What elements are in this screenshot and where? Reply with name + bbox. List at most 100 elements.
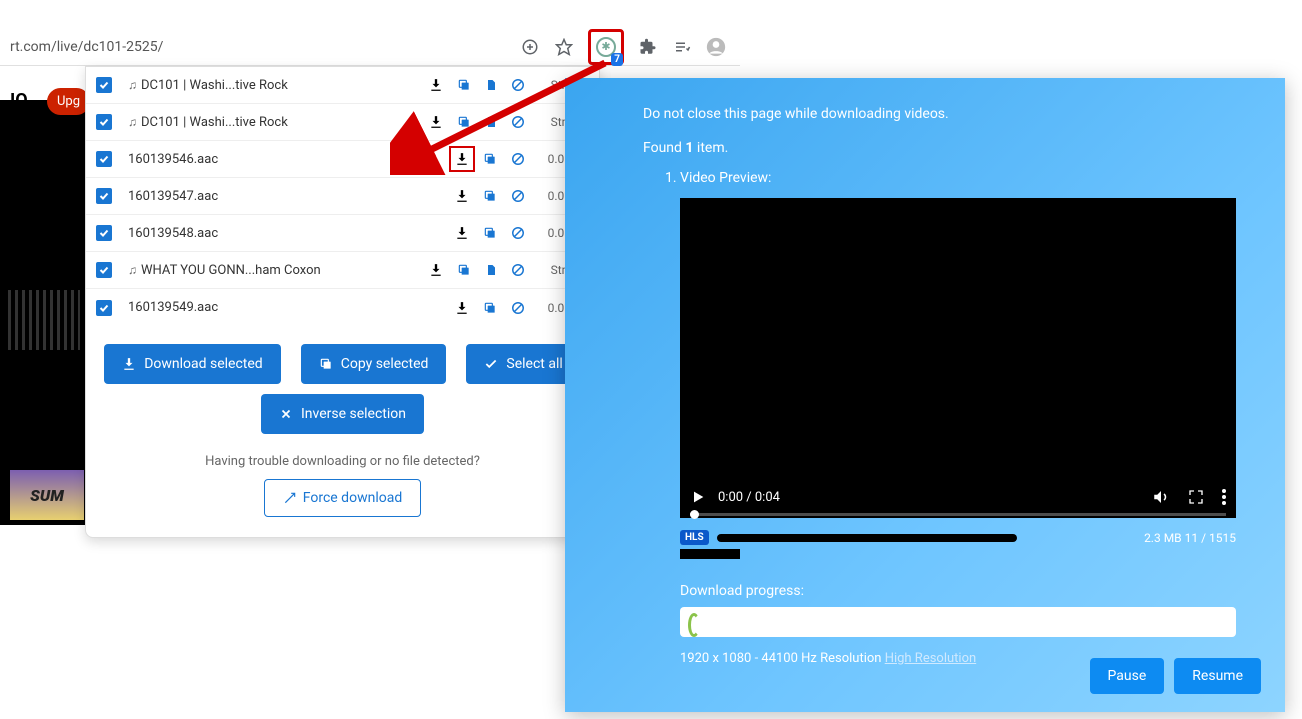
more-icon[interactable] [1222,489,1226,505]
copy-icon[interactable] [457,263,471,277]
action-buttons-row-2: Inverse selection [86,394,599,444]
music-note-icon: ♫ [128,263,137,277]
resolution-text: 1920 x 1080 - 44100 Hz Resolution [680,651,885,666]
found-prefix: Found [643,140,685,156]
preview-label: 1. Video Preview: [595,170,1255,186]
hls-meta: 2.3 MB 11 / 1515 [1144,531,1236,545]
row-checkbox[interactable] [96,262,112,278]
download-buttons: Pause Resume [1090,658,1261,694]
block-icon[interactable] [511,263,525,277]
bg-equalizer [8,290,80,350]
resume-button[interactable]: Resume [1174,658,1261,694]
file-row: 160139546.aac0.06MB [86,141,599,178]
file-name: ♫DC101 | Washi...tive Rock [128,78,429,93]
download-progress-bar [680,607,1236,637]
copy-icon[interactable] [483,226,497,240]
block-icon[interactable] [511,301,525,315]
select-all-label: Select all [506,356,562,372]
pause-button[interactable]: Pause [1090,658,1165,694]
force-download-label: Force download [303,490,402,506]
block-icon[interactable] [511,78,525,92]
download-selected-button[interactable]: Download selected [104,344,281,384]
profile-icon[interactable] [706,37,726,57]
download-icon[interactable] [455,226,469,240]
found-suffix: item. [693,140,728,156]
block-icon[interactable] [511,189,525,203]
file-name: 160139549.aac [128,300,455,315]
trouble-section: Having trouble downloading or no file de… [86,444,599,537]
row-actions [455,226,525,240]
volume-icon[interactable] [1152,488,1170,506]
hls-badge: HLS [680,530,709,545]
extension-icon[interactable]: ✱ 7 [588,29,624,65]
download-selected-label: Download selected [144,356,263,372]
inverse-selection-button[interactable]: Inverse selection [261,394,424,434]
url-bar[interactable]: rt.com/live/dc101-2525/ [0,39,520,55]
select-all-button[interactable]: Select all [466,344,580,384]
download-icon[interactable] [429,78,443,92]
music-note-icon: ♫ [128,78,137,92]
video-preview[interactable]: 0:00 / 0:04 [680,198,1236,518]
row-checkbox[interactable] [96,77,112,93]
extension-badge: 7 [611,53,623,66]
trouble-text: Having trouble downloading or no file de… [86,454,599,469]
file-row: ♫WHAT YOU GONN...ham CoxonStream [86,252,599,289]
file-name: 160139547.aac [128,189,455,204]
copy-icon[interactable] [457,78,471,92]
row-checkbox[interactable] [96,225,112,241]
row-actions [455,152,525,166]
row-checkbox[interactable] [96,114,112,130]
download-icon[interactable] [429,263,443,277]
resolution-link[interactable]: High Resolution [885,651,976,666]
file-name: 160139548.aac [128,226,455,241]
copy-selected-button[interactable]: Copy selected [301,344,447,384]
chrome-toolbar-icons: ✱ 7 [520,29,740,65]
copy-icon[interactable] [483,152,497,166]
download-panel: Do not close this page while downloading… [565,78,1285,712]
warning-text: Do not close this page while downloading… [595,106,1255,122]
copy-icon[interactable] [483,301,497,315]
upgrade-button[interactable]: Upg [47,88,90,115]
puzzle-icon[interactable] [638,37,658,57]
bg-logo: IO [10,90,28,111]
row-checkbox[interactable] [96,151,112,167]
row-actions [429,78,525,92]
reading-list-icon[interactable] [672,37,692,57]
copy-selected-label: Copy selected [341,356,429,372]
file-name: ♫WHAT YOU GONN...ham Coxon [128,263,429,278]
play-icon[interactable] [690,489,706,505]
download-icon[interactable] [455,301,469,315]
video-progress-bar[interactable] [690,513,1226,516]
file-name: ♫DC101 | Washi...tive Rock [128,115,429,130]
inverse-selection-label: Inverse selection [301,406,406,422]
file-icon[interactable] [485,78,497,92]
star-icon[interactable] [554,37,574,57]
download-icon[interactable] [429,115,443,129]
row-actions [429,263,525,277]
fullscreen-icon[interactable] [1188,489,1204,505]
add-icon[interactable] [520,37,540,57]
copy-icon[interactable] [457,115,471,129]
block-icon[interactable] [511,152,525,166]
hls-bar [717,534,1017,542]
row-actions [455,189,525,203]
file-icon[interactable] [485,115,497,129]
row-checkbox[interactable] [96,188,112,204]
download-icon[interactable] [455,189,469,203]
block-icon[interactable] [511,226,525,240]
music-note-icon: ♫ [128,115,137,129]
file-icon[interactable] [485,263,497,277]
video-time: 0:00 / 0:04 [718,490,780,505]
video-controls: 0:00 / 0:04 [690,488,1226,506]
file-row: ♫DC101 | Washi...tive RockStream [86,104,599,141]
file-list-panel: ♫DC101 | Washi...tive RockStream♫DC101 |… [85,66,600,538]
hls-strip [680,549,740,559]
copy-icon[interactable] [483,189,497,203]
file-row: ♫DC101 | Washi...tive RockStream [86,67,599,104]
download-icon[interactable] [449,146,475,172]
found-text: Found 1 item. [595,140,1255,156]
block-icon[interactable] [511,115,525,129]
force-download-button[interactable]: Force download [264,479,421,517]
browser-chrome: rt.com/live/dc101-2525/ ✱ 7 [0,28,740,66]
row-checkbox[interactable] [96,300,112,316]
